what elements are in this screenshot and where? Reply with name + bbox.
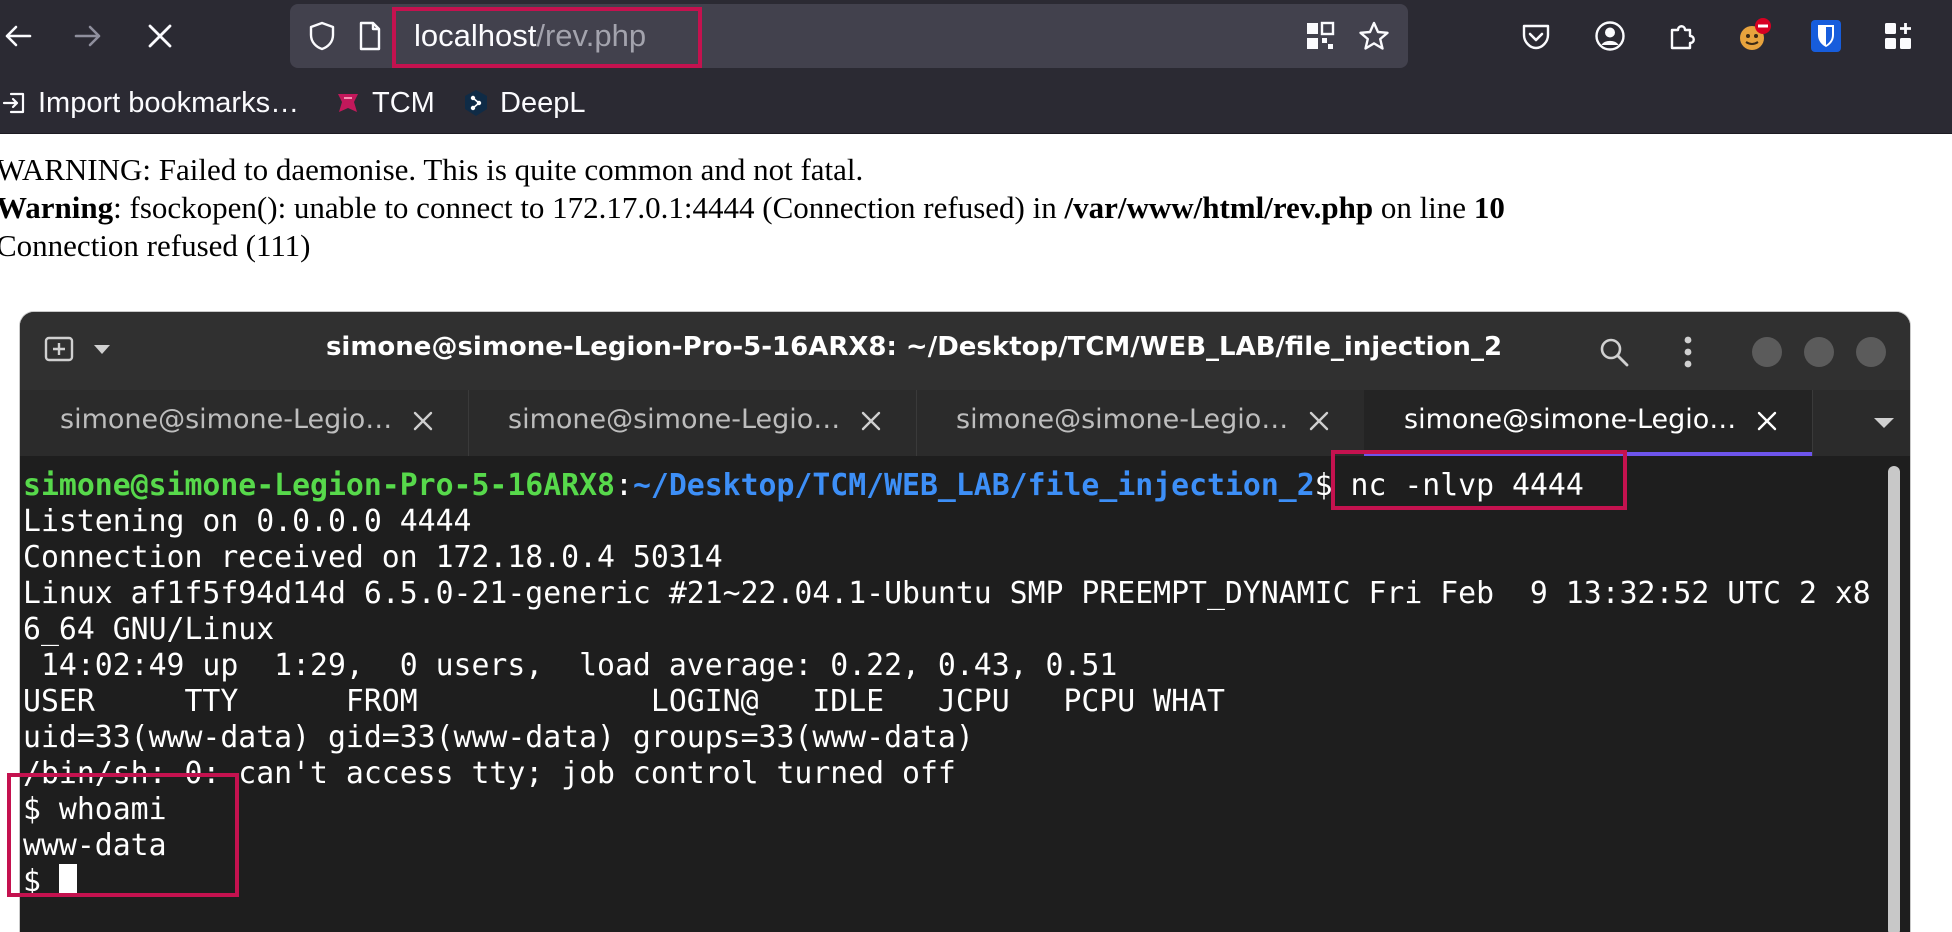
bookmark-tcm-label: TCM xyxy=(372,86,435,119)
back-icon[interactable] xyxy=(0,18,36,54)
bookmarks-toolbar: Import bookmarks… TCM DeepL xyxy=(0,72,1952,134)
search-button[interactable] xyxy=(1596,334,1632,370)
terminal-scrollbar[interactable] xyxy=(1888,466,1900,932)
warning-message: : fsockopen(): unable to connect to 172.… xyxy=(113,190,1065,225)
prompt-dollar: $ xyxy=(1314,468,1333,503)
bookmark-import[interactable]: Import bookmarks… xyxy=(0,86,299,120)
extension-avatar-icon[interactable] xyxy=(1736,18,1772,54)
prompt-separator: : xyxy=(615,468,633,503)
chevron-down-icon xyxy=(1874,418,1894,428)
close-window-button[interactable] xyxy=(1856,337,1886,367)
tab-label: simone@simone-Legio… xyxy=(956,404,1289,435)
terminal-title: simone@simone-Legion-Pro-5-16ARX8: ~/Des… xyxy=(325,332,1503,362)
tab-label: simone@simone-Legio… xyxy=(508,404,841,435)
tab-label: simone@simone-Legio… xyxy=(1404,404,1737,435)
close-tab-icon[interactable] xyxy=(1304,406,1334,436)
deepl-favicon-icon xyxy=(462,89,490,117)
highlight-nc-command xyxy=(1331,450,1627,510)
terminal-tab-4-active[interactable]: simone@simone-Legio… xyxy=(1364,390,1813,456)
terminal-tab-2[interactable]: simone@simone-Legio… xyxy=(468,390,917,456)
terminal-headerbar: simone@simone-Legion-Pro-5-16ARX8: ~/Des… xyxy=(20,312,1910,390)
tracking-protection-shield-icon[interactable] xyxy=(306,20,338,52)
output-line: Connection received on 172.18.0.4 50314 xyxy=(23,540,723,575)
bookmark-import-label: Import bookmarks… xyxy=(38,86,300,119)
prompt-path: ~/Desktop/TCM/WEB_LAB/file_injection_2 xyxy=(632,468,1315,503)
bookmark-deepl-label: DeepL xyxy=(500,86,586,119)
close-tab-icon[interactable] xyxy=(856,406,886,436)
search-icon xyxy=(1600,338,1629,367)
qr-code-icon[interactable] xyxy=(1304,20,1336,52)
bookmark-star-icon[interactable] xyxy=(1358,20,1390,52)
warning-fsockopen-line: Warning: fsockopen(): unable to connect … xyxy=(0,189,1505,227)
browser-toolbar: localhost/rev.php xyxy=(0,0,1952,72)
terminal-tab-bar: simone@simone-Legio… simone@simone-Legio… xyxy=(20,390,1910,456)
bitwarden-shield-icon[interactable] xyxy=(1808,18,1844,54)
close-tab-icon[interactable] xyxy=(408,406,438,436)
output-line: 14:02:49 up 1:29, 0 users, load average:… xyxy=(23,648,1118,683)
output-line: USER TTY FROM LOGIN@ IDLE JCPU PCPU WHAT xyxy=(23,684,1225,719)
warning-on-line-text: on line xyxy=(1373,190,1474,225)
highlight-whoami xyxy=(7,773,239,897)
maximize-button[interactable] xyxy=(1804,337,1834,367)
highlight-url xyxy=(392,7,702,68)
prompt-user: simone@simone-Legion-Pro-5-16ARX8 xyxy=(23,468,615,503)
tab-label: simone@simone-Legio… xyxy=(60,404,393,435)
terminal-output[interactable]: simone@simone-Legion-Pro-5-16ARX8:~/Desk… xyxy=(20,456,1910,932)
kebab-menu-icon xyxy=(1684,336,1692,368)
tab-list-dropdown[interactable] xyxy=(1866,408,1902,438)
terminal-tab-3[interactable]: simone@simone-Legio… xyxy=(916,390,1365,456)
bookmark-tcm[interactable]: TCM xyxy=(334,86,435,120)
minimize-button[interactable] xyxy=(1752,337,1782,367)
import-icon xyxy=(0,89,28,117)
warning-line-number: 10 xyxy=(1473,190,1505,225)
output-line: Linux af1f5f94d14d 6.5.0-21-generic #21~… xyxy=(23,576,1871,611)
output-line: 6_64 GNU/Linux xyxy=(23,612,275,647)
stop-loading-icon[interactable] xyxy=(142,18,178,54)
output-line: uid=33(www-data) gid=33(www-data) groups… xyxy=(23,720,974,755)
more-tools-icon[interactable] xyxy=(1880,18,1916,54)
connection-refused-line: Connection refused (111) xyxy=(0,228,311,263)
page-info-icon[interactable] xyxy=(354,20,386,52)
warning-daemonise-line: WARNING: Failed to daemonise. This is qu… xyxy=(0,152,864,187)
pocket-icon[interactable] xyxy=(1518,18,1554,54)
warning-file-path: /var/www/html/rev.php xyxy=(1064,190,1374,225)
tcm-favicon-icon xyxy=(334,89,362,117)
output-line: Listening on 0.0.0.0 4444 xyxy=(23,504,472,539)
terminal-window: simone@simone-Legion-Pro-5-16ARX8: ~/Des… xyxy=(20,312,1910,932)
extensions-puzzle-icon[interactable] xyxy=(1664,18,1700,54)
warning-label: Warning xyxy=(0,190,114,225)
terminal-tab-1[interactable]: simone@simone-Legio… xyxy=(20,390,469,456)
forward-icon[interactable] xyxy=(70,18,106,54)
bookmark-deepl[interactable]: DeepL xyxy=(462,86,585,120)
account-icon[interactable] xyxy=(1592,18,1628,54)
close-tab-icon[interactable] xyxy=(1752,406,1782,436)
menu-button[interactable] xyxy=(1670,332,1706,372)
